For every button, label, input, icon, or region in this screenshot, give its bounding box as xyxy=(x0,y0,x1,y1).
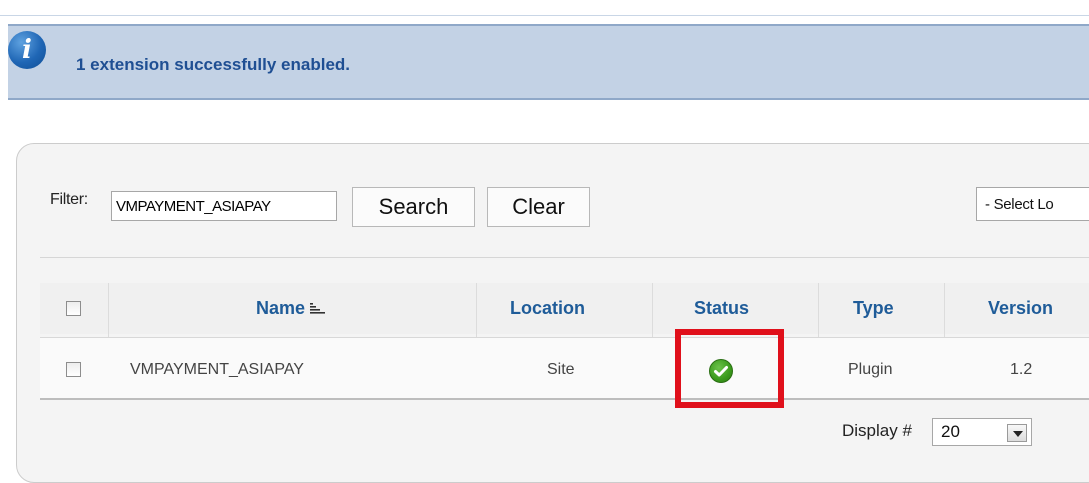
row-version: 1.2 xyxy=(1010,361,1033,378)
type-column-header[interactable]: Type xyxy=(853,298,894,319)
filter-input[interactable] xyxy=(111,191,337,221)
filter-label: Filter: xyxy=(50,191,88,208)
clear-button[interactable]: Clear xyxy=(487,187,590,227)
chevron-down-icon[interactable] xyxy=(1007,424,1027,442)
extension-name-link[interactable]: VMPAYMENT_ASIAPAY xyxy=(130,361,304,379)
row-checkbox[interactable] xyxy=(66,362,81,377)
sort-ascending-icon xyxy=(309,299,327,320)
system-message: i 1 extension successfully enabled. xyxy=(8,24,1089,100)
top-divider xyxy=(0,15,1089,16)
filter-separator xyxy=(40,257,1089,258)
message-text: 1 extension successfully enabled. xyxy=(76,55,351,74)
location-column-header[interactable]: Location xyxy=(510,298,585,319)
row-type: Plugin xyxy=(848,361,893,378)
display-count-select[interactable]: 20 xyxy=(932,418,1032,446)
version-column-header[interactable]: Version xyxy=(988,298,1053,319)
name-column-header[interactable]: Name xyxy=(256,298,327,320)
display-label: Display # xyxy=(842,421,912,440)
display-count-value: 20 xyxy=(941,422,960,441)
search-button[interactable]: Search xyxy=(352,187,475,227)
info-icon: i xyxy=(8,31,46,69)
status-column-header[interactable]: Status xyxy=(694,298,749,319)
status-highlight-box xyxy=(675,329,784,408)
location-filter-select[interactable]: - Select Lo xyxy=(976,187,1089,221)
row-location: Site xyxy=(547,361,575,378)
select-all-checkbox[interactable] xyxy=(66,301,81,316)
name-header-label: Name xyxy=(256,298,306,318)
